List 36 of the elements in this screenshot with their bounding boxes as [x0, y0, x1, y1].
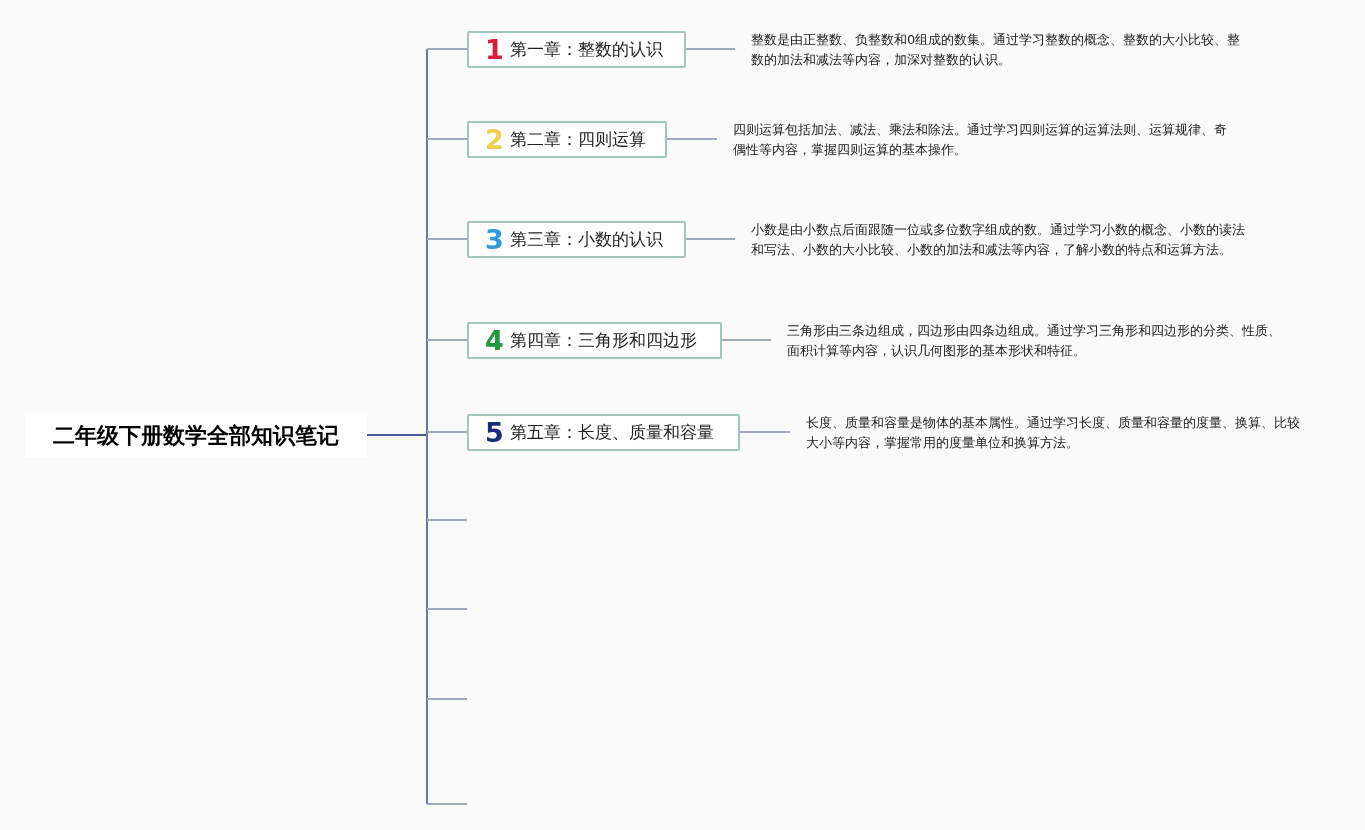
- chapter-topic[interactable]: 2 第二章：四则运算: [467, 121, 667, 158]
- chapter-topic[interactable]: 5 第五章：长度、质量和容量: [467, 414, 740, 451]
- branch-line: [426, 519, 468, 521]
- chapter-title: 第四章：三角形和四边形: [509, 328, 697, 352]
- chapter-title: 第五章：长度、质量和容量: [509, 420, 714, 444]
- chapter-topic[interactable]: 4 第四章：三角形和四边形: [467, 322, 722, 359]
- branch-line: [426, 48, 468, 50]
- chapter-note: 长度、质量和容量是物体的基本属性。通过学习长度、质量和容量的度量、换算、比较大小等内容，掌握常用的度量单位和换算方法。: [806, 414, 1301, 452]
- branch-line: [426, 698, 468, 700]
- chapter-topic[interactable]: 3 第三章：小数的认识: [467, 221, 686, 258]
- branch-line: [426, 803, 468, 805]
- branch-line: [426, 339, 468, 341]
- connector-line: [685, 238, 736, 240]
- chapter-number: 2: [485, 126, 504, 153]
- connector-line: [739, 431, 791, 433]
- connector-line: [366, 434, 428, 436]
- branch-line: [426, 431, 468, 433]
- chapter-number: 5: [485, 419, 504, 446]
- connector-line: [685, 48, 736, 50]
- chapter-number: 3: [485, 226, 504, 253]
- chapter-note: 三角形由三条边组成，四边形由四条边组成。通过学习三角形和四边形的分类、性质、面积计算等内容，认识几何图形的基本形状和特征。: [787, 322, 1282, 360]
- chapter-title: 第一章：整数的认识: [509, 37, 663, 61]
- chapter-topic[interactable]: 1 第一章：整数的认识: [467, 31, 686, 68]
- branch-line: [426, 608, 468, 610]
- branch-line: [426, 138, 468, 140]
- chapter-note: 小数是由小数点后面跟随一位或多位数字组成的数。通过学习小数的概念、小数的读法和写法、小数的大小比较、小数的加法和减法等内容，了解小数的特点和运算方法。: [751, 221, 1246, 259]
- chapter-title: 第二章：四则运算: [509, 127, 646, 151]
- connector-line: [666, 138, 718, 140]
- chapter-title: 第三章：小数的认识: [509, 227, 663, 251]
- connector-line: [721, 339, 772, 341]
- chapter-note: 整数是由正整数、负整数和0组成的数集。通过学习整数的概念、整数的大小比较、整数的加法和减法等内容，加深对整数的认识。: [751, 31, 1242, 69]
- root-topic[interactable]: 二年级下册数学全部知识笔记: [25, 413, 367, 457]
- chapter-number: 1: [485, 36, 504, 63]
- chapter-note: 四则运算包括加法、减法、乘法和除法。通过学习四则运算的运算法则、运算规律、奇偶性等内容，掌握四则运算的基本操作。: [733, 121, 1228, 159]
- branch-line: [426, 238, 468, 240]
- chapter-number: 4: [485, 327, 504, 354]
